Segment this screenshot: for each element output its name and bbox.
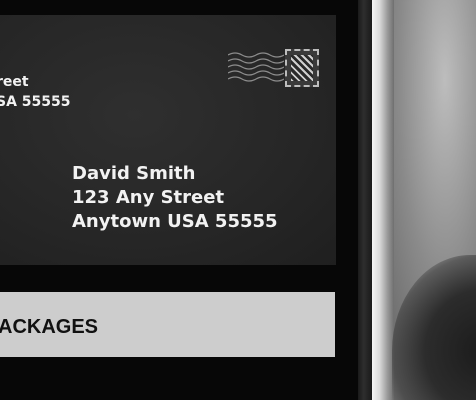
return-address-line-1: reet xyxy=(0,74,29,90)
panel-divider xyxy=(358,0,372,400)
return-address: reet SA 55555 xyxy=(0,72,71,112)
recipient-city-line: Anytown USA 55555 xyxy=(72,211,278,232)
recipient-street: 123 Any Street xyxy=(72,187,225,208)
recipient-name: David Smith xyxy=(72,163,196,184)
envelope: reet SA 55555 David Smith 123 Any Street… xyxy=(0,15,336,265)
service-label: ACKAGES xyxy=(0,316,99,338)
photo-edge xyxy=(372,0,394,400)
recipient-address: David Smith 123 Any Street Anytown USA 5… xyxy=(72,162,278,234)
stamp-image xyxy=(291,55,313,81)
postmark-icon xyxy=(228,52,284,82)
photo-panel xyxy=(372,0,476,400)
stamp-icon xyxy=(285,49,319,87)
photo-shadow xyxy=(392,255,476,400)
service-bar[interactable]: ACKAGES xyxy=(0,292,335,357)
left-panel: reet SA 55555 David Smith 123 Any Street… xyxy=(0,0,358,400)
return-address-line-2: SA 55555 xyxy=(0,94,71,110)
